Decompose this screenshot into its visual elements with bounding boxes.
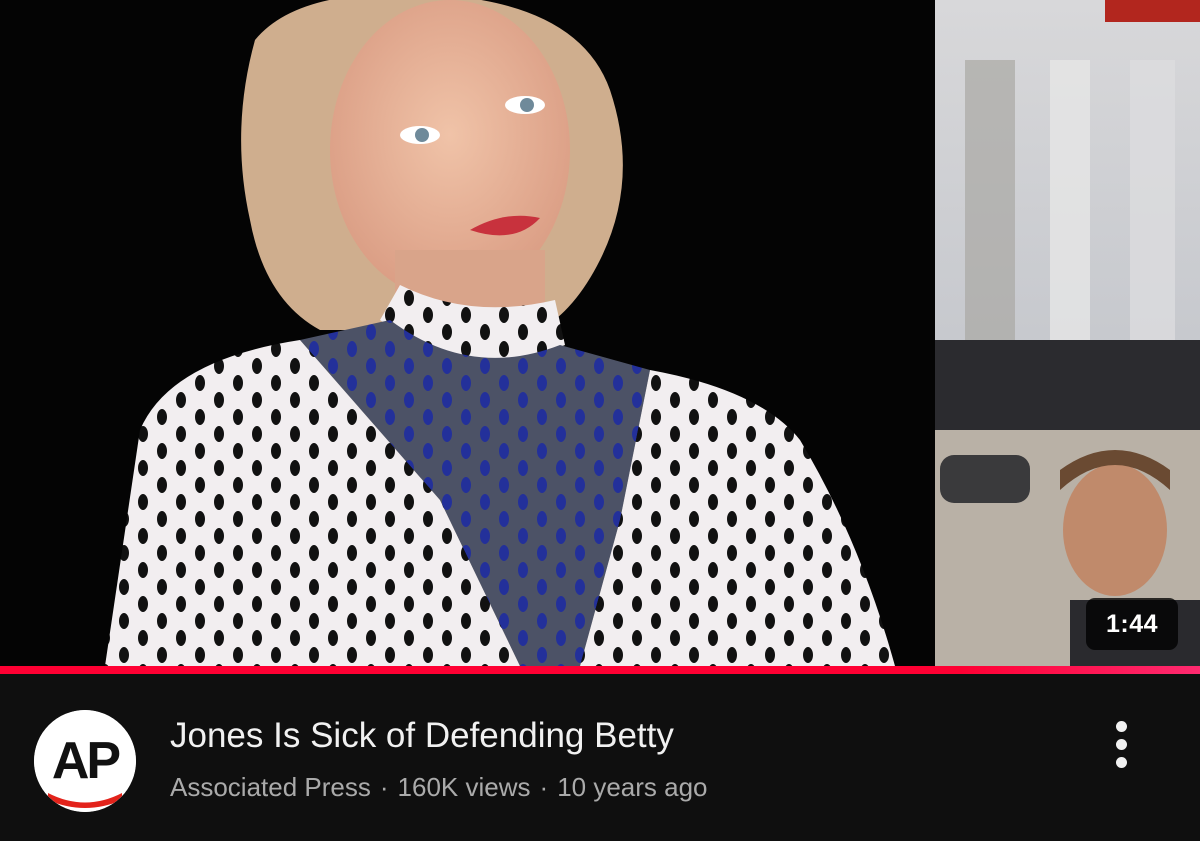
duration-badge: 1:44 — [1086, 598, 1178, 650]
video-title[interactable]: Jones Is Sick of Defending Betty — [170, 714, 1070, 758]
channel-avatar[interactable]: AP — [34, 710, 136, 812]
more-vert-icon[interactable] — [1096, 712, 1146, 776]
svg-text:AP: AP — [52, 732, 120, 790]
view-count: 160K views — [397, 772, 531, 802]
video-thumbnail[interactable]: 1:44 — [0, 0, 1200, 666]
video-subtitle: Associated Press · 160K views · 10 years… — [170, 770, 708, 804]
video-card[interactable]: 1:44 AP Jones Is Sick of Defending Betty… — [0, 0, 1200, 841]
watch-progress-bar — [0, 666, 1200, 674]
menu-dot — [1115, 720, 1127, 732]
menu-dot — [1115, 756, 1127, 768]
separator: · — [379, 772, 389, 802]
ap-logo-icon: AP — [34, 710, 136, 812]
thumbnail-image — [0, 0, 1200, 666]
separator: · — [539, 772, 549, 802]
watch-progress-fill — [0, 666, 1200, 674]
upload-age: 10 years ago — [557, 772, 708, 802]
menu-dot — [1115, 738, 1127, 750]
video-meta: AP Jones Is Sick of Defending Betty Asso… — [0, 674, 1200, 841]
channel-name[interactable]: Associated Press — [170, 770, 371, 804]
